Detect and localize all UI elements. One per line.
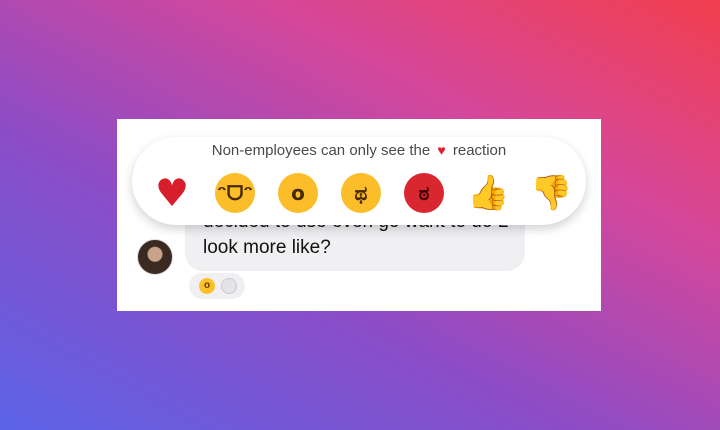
- avatar[interactable]: [137, 239, 173, 275]
- thumbs-down-reaction-icon[interactable]: 👎: [530, 173, 572, 213]
- wow-reaction-icon: o: [199, 278, 215, 294]
- angry-reaction-icon[interactable]: ಠ: [404, 173, 444, 213]
- chat-card: decided to use even go want to do L look…: [117, 119, 601, 311]
- wow-reaction-icon[interactable]: o: [278, 173, 318, 213]
- notice-text-start: Non-employees can only see the: [211, 142, 431, 159]
- heart-icon: ♥: [437, 142, 446, 158]
- thumbs-up-reaction-icon[interactable]: 👍: [467, 173, 509, 213]
- reaction-tray: Non-employees can only see the ♥ reactio…: [132, 137, 586, 225]
- laughing-crying-reaction-icon[interactable]: ᵔᗜᵔ: [215, 173, 255, 213]
- message-reactions[interactable]: o: [189, 273, 245, 299]
- reaction-notice: Non-employees can only see the ♥ reactio…: [132, 142, 586, 159]
- notice-text-end: reaction: [452, 142, 507, 159]
- crying-reaction-icon[interactable]: ಥ: [341, 173, 381, 213]
- reaction-options: ♥ ᵔᗜᵔ o ಥ ಠ 👍 👎: [132, 171, 586, 217]
- reactor-avatar-icon: [221, 278, 237, 294]
- heart-reaction-icon[interactable]: ♥: [152, 173, 192, 213]
